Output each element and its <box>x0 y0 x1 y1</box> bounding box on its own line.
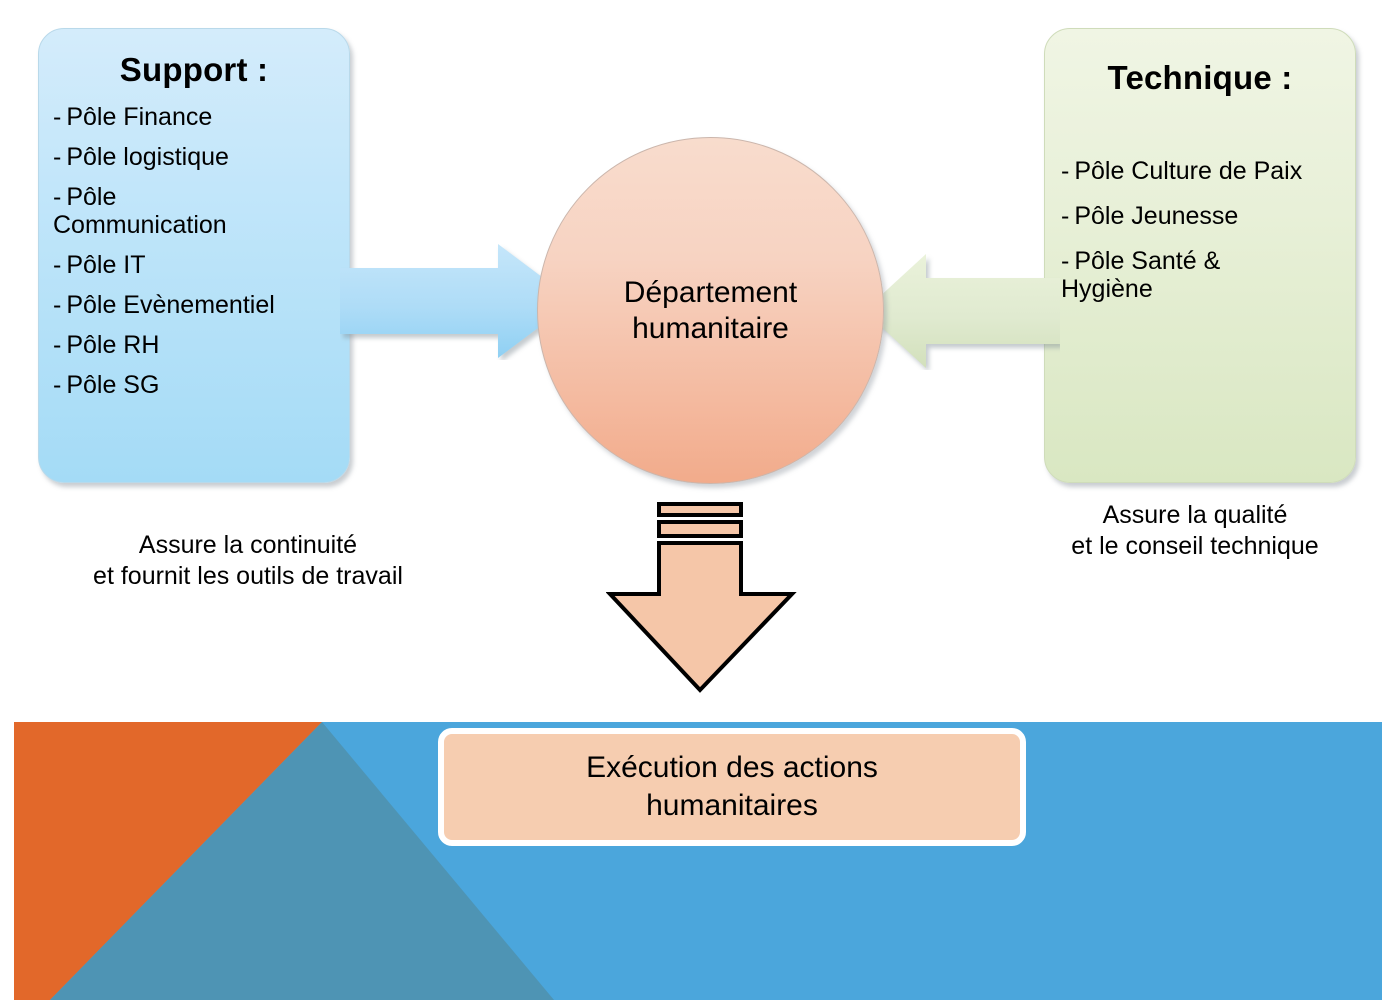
technique-item: - Pôle Santé & Hygiène <box>1061 247 1355 303</box>
technique-card-title: Technique : <box>1107 59 1293 96</box>
support-item-label: Pôle RH <box>66 331 160 359</box>
technique-item: - Pôle Jeunesse <box>1061 202 1355 230</box>
support-item: - Pôle Evènementiel <box>53 291 349 319</box>
bullet-dash: - <box>53 251 62 279</box>
bullet-dash: - <box>1061 202 1070 230</box>
bullet-dash: - <box>53 291 62 319</box>
bullet-dash: - <box>1061 157 1070 185</box>
support-card: Support : - Pôle Finance - Pôle logistique -… <box>38 28 350 483</box>
support-item-label: Pôle SG <box>66 371 160 399</box>
bullet-dash: - <box>1061 247 1070 275</box>
support-item-label: Pôle logistique <box>66 143 229 171</box>
support-item: - Pôle SG <box>53 371 349 399</box>
bullet-dash: - <box>53 371 62 399</box>
support-item: - Pôle Communication <box>53 183 349 239</box>
execution-box: Exécution des actions humanitaires <box>438 728 1026 846</box>
bullet-dash: - <box>53 331 62 359</box>
technique-card: Technique : - Pôle Culture de Paix - Pôle J… <box>1044 28 1356 483</box>
down-arrow-icon <box>606 502 797 693</box>
technique-item-label: Pôle Culture de Paix <box>1074 157 1303 185</box>
support-card-title: Support : <box>119 51 269 88</box>
support-item-label: Pôle IT <box>66 251 146 279</box>
department-circle: Département humanitaire <box>537 137 884 484</box>
support-item: - Pôle RH <box>53 331 349 359</box>
technique-item-list: - Pôle Culture de Paix - Pôle Jeunesse - Pôle… <box>1045 157 1355 303</box>
bullet-dash: - <box>53 143 62 171</box>
technique-caption: Assure la qualité et le conseil techniqu… <box>1071 501 1319 560</box>
technique-item-label: Pôle Jeunesse <box>1074 202 1239 230</box>
technique-item: - Pôle Culture de Paix <box>1061 157 1355 185</box>
support-item-list: - Pôle Finance - Pôle logistique - Pôle Commu… <box>39 103 349 399</box>
bullet-dash: - <box>53 103 62 131</box>
support-caption: Assure la continuité et fournit les outi… <box>93 531 403 590</box>
support-item: - Pôle logistique <box>53 143 349 171</box>
support-item-label: Pôle Finance <box>66 103 213 131</box>
bullet-dash: - <box>53 183 62 211</box>
support-item: - Pôle IT <box>53 251 349 279</box>
technique-item-label: Pôle Santé & Hygiène <box>1061 247 1221 303</box>
left-arrow-icon <box>864 254 1060 368</box>
diagram-canvas: Support : - Pôle Finance - Pôle logistique -… <box>0 0 1382 1000</box>
support-item-label: Pôle Evènementiel <box>66 291 275 319</box>
support-item-label: Pôle Communication <box>53 183 227 239</box>
support-item: - Pôle Finance <box>53 103 349 131</box>
